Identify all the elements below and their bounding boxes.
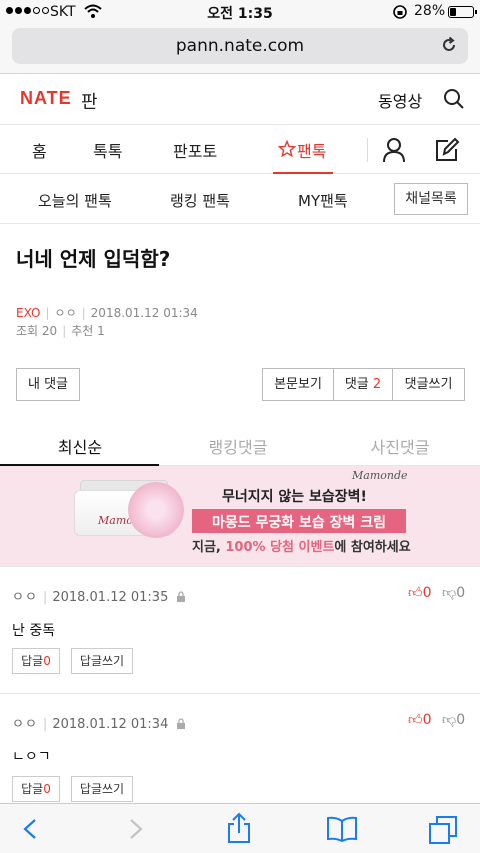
thumbs-up-icon[interactable]: 👍︎ (408, 712, 423, 728)
battery-icon (448, 6, 477, 18)
nav-divider (367, 138, 368, 162)
status-bar: SKT 오전 1:35 28% (0, 0, 480, 24)
my-comments-button[interactable]: 내 댓글 (16, 368, 80, 401)
tab-photo-comments[interactable]: 사진댓글 (320, 434, 480, 458)
comments-label: 댓글 (344, 377, 369, 392)
post-title: 너네 언제 입덕함? (16, 247, 171, 271)
upvote-count: 0 (422, 712, 432, 728)
ad-banner[interactable]: Mamonde Mamonde 무너지지 않는 보습장벽! 마몽드 무궁화 보습… (0, 466, 480, 566)
views-count: 20 (41, 324, 58, 338)
back-icon[interactable] (22, 818, 38, 840)
subnav-ranking-fantalk[interactable]: 랭킹 팬톡 (170, 190, 230, 211)
comment-votes: 👍︎0 👎︎0 (408, 584, 465, 601)
post-datetime: 2018.01.12 01:34 (90, 306, 198, 320)
search-icon[interactable] (443, 88, 465, 110)
post-meta: EXO | ㅇㅇ | 2018.01.12 01:34 (16, 306, 198, 320)
tabs-icon[interactable] (428, 815, 458, 845)
comment-author: ㅇㅇ (12, 590, 38, 605)
ad-headline: 무너지지 않는 보습장벽! (222, 489, 367, 505)
flower-image (128, 482, 184, 538)
upvote-count: 0 (422, 585, 432, 601)
bookmarks-icon[interactable] (326, 816, 358, 842)
post-actions-group: 본문보기 댓글 2 댓글쓰기 (262, 368, 465, 401)
ad-event-post: 에 참여하세요 (334, 540, 411, 555)
downvote-count: 0 (456, 585, 466, 601)
comment-divider (0, 693, 480, 694)
comments-button[interactable]: 댓글 2 (334, 368, 393, 401)
write-reply-button[interactable]: 답글쓰기 (71, 648, 133, 674)
recommend-label: 추천 (71, 324, 94, 338)
reload-icon[interactable] (440, 36, 458, 54)
url-text[interactable]: pann.nate.com (12, 36, 468, 56)
write-comment-button[interactable]: 댓글쓰기 (393, 368, 465, 401)
nav-item-home[interactable]: 홈 (32, 138, 47, 162)
thumbs-down-icon[interactable]: 👎︎ (442, 712, 456, 728)
browser-address-area: pann.nate.com (0, 24, 480, 74)
tab-ranking-comments[interactable]: 랭킹댓글 (158, 434, 318, 458)
comment-text: ㄴㅇㄱ (12, 749, 51, 765)
lock-icon (177, 718, 186, 729)
sub-nav: 오늘의 팬톡 랭킹 팬톡 MY팬톡 채널목록 (0, 174, 480, 224)
ad-product-name: 마몽드 무궁화 보습 장벽 크림 (211, 515, 387, 531)
star-icon (278, 140, 296, 158)
nav-item-fantalk[interactable]: 팬톡 (297, 138, 326, 162)
comment-text: 난 중독 (12, 623, 56, 639)
lock-icon (177, 591, 186, 602)
comment-votes: 👍︎0 👎︎0 (408, 711, 465, 728)
rotation-lock-icon (393, 5, 407, 19)
write-reply-button[interactable]: 답글쓰기 (71, 776, 133, 802)
thumbs-down-icon[interactable]: 👎︎ (442, 585, 456, 601)
post-stats: 조회 20 | 추천 1 (16, 324, 105, 338)
write-icon[interactable] (434, 137, 460, 163)
post-channel[interactable]: EXO (16, 306, 40, 320)
comment-author: ㅇㅇ (12, 717, 38, 732)
ad-product-box: 마몽드 무궁화 보습 장벽 크림 (192, 509, 406, 533)
clock: 오전 1:35 (207, 6, 273, 22)
ad-brand: Mamonde (352, 469, 408, 482)
comment-meta: ㅇㅇ | 2018.01.12 01:35 (12, 586, 186, 605)
comments-count: 2 (372, 377, 382, 392)
views-label: 조회 (16, 324, 39, 338)
comment-datetime: 2018.01.12 01:35 (52, 590, 169, 605)
user-icon[interactable] (382, 137, 406, 163)
battery-percent: 28% (414, 3, 446, 19)
downvote-count: 0 (456, 712, 466, 728)
nav-item-pannphoto[interactable]: 판포토 (173, 138, 217, 162)
reply-button[interactable]: 답글0 (12, 648, 60, 674)
reply-label: 답글 (21, 654, 44, 668)
recommend-count: 1 (97, 324, 105, 338)
reply-count: 0 (43, 782, 51, 796)
post-author: ㅇㅇ (54, 306, 77, 320)
reply-button[interactable]: 답글0 (12, 776, 60, 802)
reply-count: 0 (43, 654, 51, 668)
comment-tabs: 최신순 랭킹댓글 사진댓글 (0, 424, 480, 466)
pann-logo[interactable]: 판 (81, 88, 98, 114)
tab-latest[interactable]: 최신순 (0, 434, 160, 458)
thumbs-up-icon[interactable]: 👍︎ (408, 585, 423, 601)
subnav-my-fantalk[interactable]: MY팬톡 (298, 190, 348, 211)
view-post-button[interactable]: 본문보기 (262, 368, 334, 401)
share-icon[interactable] (226, 812, 252, 844)
ad-event-pre: 지금, (192, 540, 226, 555)
address-bar[interactable]: pann.nate.com (12, 28, 468, 64)
reply-label: 답글 (21, 782, 44, 796)
browser-toolbar (0, 803, 480, 853)
nate-logo[interactable]: NATE (20, 88, 72, 109)
subnav-today-fantalk[interactable]: 오늘의 팬톡 (38, 190, 112, 211)
ad-event-text: 지금, 100% 당첨 이벤트에 참여하세요 (192, 536, 411, 555)
forward-icon[interactable] (128, 818, 144, 840)
video-link[interactable]: 동영상 (378, 88, 422, 112)
main-nav: 홈 톡톡 판포토 팬톡 (0, 124, 480, 174)
comment-datetime: 2018.01.12 01:34 (52, 717, 169, 732)
nav-item-toktok[interactable]: 톡톡 (93, 138, 122, 162)
channel-list-button[interactable]: 채널목록 (394, 183, 468, 215)
ad-event-highlight: 100% 당첨 이벤트 (225, 540, 335, 555)
comment-divider (0, 566, 480, 567)
comment-meta: ㅇㅇ | 2018.01.12 01:34 (12, 713, 186, 732)
